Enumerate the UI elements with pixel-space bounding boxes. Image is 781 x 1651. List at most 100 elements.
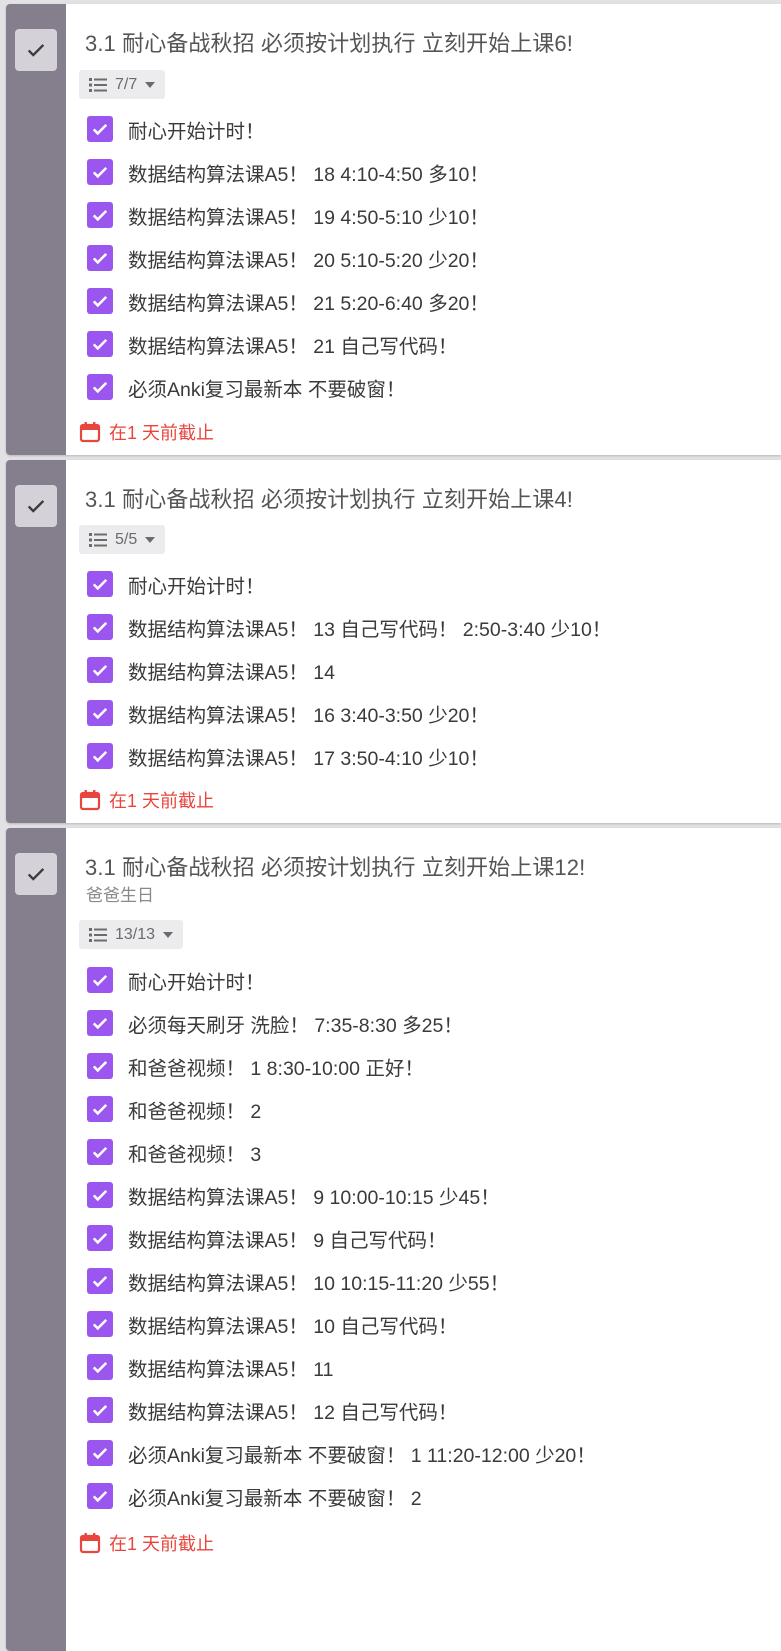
checklist-item-checkbox[interactable] [87, 1096, 113, 1122]
checkmark-icon [92, 621, 108, 634]
due-date-badge[interactable]: 在1 天前截止 [79, 419, 214, 445]
checkmark-icon [92, 750, 108, 763]
checklist-item[interactable]: 数据结构算法课A5！ 21 自己写代码！ [87, 329, 457, 359]
checkmark-icon [92, 252, 108, 265]
checklist-item[interactable]: 数据结构算法课A5！ 16 3:40-3:50 少20！ [87, 698, 489, 728]
checklist-toggle[interactable]: 7/7 [79, 70, 166, 99]
checkmark-icon [27, 44, 45, 57]
checklist-item[interactable]: 数据结构算法课A5！ 13 自己写代码！ 2:50-3:40 少10！ [87, 612, 611, 642]
task-notes: 爸爸生日 [86, 886, 154, 905]
checklist-item-checkbox[interactable] [87, 1053, 113, 1079]
checklist-item-text: 数据结构算法课A5！ 16 3:40-3:50 少20！ [128, 704, 489, 727]
task-card[interactable]: 3.1 耐心备战秋招 必须按计划执行 立刻开始上课12! 爸爸生日 13/13 … [6, 828, 781, 1651]
checklist-item[interactable]: 耐心开始计时！ [87, 569, 265, 599]
due-date-text: 在1 天前截止 [109, 1534, 215, 1554]
checklist-item-checkbox[interactable] [87, 1268, 113, 1294]
checklist-item[interactable]: 数据结构算法课A5！ 19 4:50-5:10 少10！ [87, 200, 489, 230]
checklist-item-checkbox[interactable] [87, 571, 113, 597]
checklist-item-text: 必须Anki复习最新本 不要破窗！ [128, 378, 406, 401]
checklist-item-checkbox[interactable] [87, 159, 113, 185]
checklist-item-checkbox[interactable] [87, 1139, 113, 1165]
checklist-item-checkbox[interactable] [87, 288, 113, 314]
checklist-item[interactable]: 数据结构算法课A5！ 20 5:10-5:20 少20！ [87, 243, 489, 273]
task-card[interactable]: 3.1 耐心备战秋招 必须按计划执行 立刻开始上课6! 7/7 耐心开始计时！ … [6, 4, 781, 455]
task-title[interactable]: 3.1 耐心备战秋招 必须按计划执行 立刻开始上课12! [85, 850, 585, 882]
task-title[interactable]: 3.1 耐心备战秋招 必须按计划执行 立刻开始上课6! [85, 26, 573, 58]
checklist-item[interactable]: 和爸爸视频！ 1 8:30-10:00 正好！ [87, 1051, 424, 1081]
checkmark-icon [92, 1318, 108, 1331]
task-card-body: 3.1 耐心备战秋招 必须按计划执行 立刻开始上课6! 7/7 耐心开始计时！ … [66, 4, 781, 455]
checklist-item-text: 耐心开始计时！ [128, 575, 265, 598]
checklist-item[interactable]: 和爸爸视频！ 2 [87, 1094, 261, 1124]
checklist-item-checkbox[interactable] [87, 202, 113, 228]
checklist-item[interactable]: 数据结构算法课A5！ 10 10:15-11:20 少55！ [87, 1266, 509, 1296]
due-date-text: 在1 天前截止 [109, 423, 215, 443]
checkmark-icon [92, 1447, 108, 1460]
checklist-item-checkbox[interactable] [87, 1311, 113, 1337]
checklist-item-text: 数据结构算法课A5！ 10 10:15-11:20 少55！ [128, 1272, 510, 1295]
task-complete-checkbox[interactable] [15, 485, 57, 527]
checklist-item-text: 数据结构算法课A5！ 13 自己写代码！ 2:50-3:40 少10！ [128, 618, 612, 641]
checkmark-icon [27, 500, 45, 513]
checklist-item[interactable]: 数据结构算法课A5！ 10 自己写代码！ [87, 1309, 457, 1339]
checklist-item-checkbox[interactable] [87, 967, 113, 993]
checklist-item-checkbox[interactable] [87, 374, 113, 400]
calendar-icon [79, 422, 101, 443]
checklist-item-checkbox[interactable] [87, 1010, 113, 1036]
checklist-item[interactable]: 数据结构算法课A5！ 9 10:00-10:15 少45！ [87, 1180, 500, 1210]
chevron-down-icon [145, 81, 156, 88]
checkmark-icon [92, 1404, 108, 1417]
checklist-item[interactable]: 必须Anki复习最新本 不要破窗！ 2 [87, 1481, 422, 1511]
checklist-item[interactable]: 数据结构算法课A5！ 12 自己写代码！ [87, 1395, 457, 1425]
checklist-toggle[interactable]: 13/13 [79, 920, 184, 949]
checklist-item-checkbox[interactable] [87, 1483, 113, 1509]
checklist-toggle[interactable]: 5/5 [79, 525, 166, 554]
checklist-item[interactable]: 数据结构算法课A5！ 11 [87, 1352, 334, 1382]
task-complete-checkbox[interactable] [15, 853, 57, 895]
checklist-item[interactable]: 必须Anki复习最新本 不要破窗！ [87, 372, 405, 402]
checklist-item-checkbox[interactable] [87, 657, 113, 683]
checklist-item[interactable]: 耐心开始计时！ [87, 965, 265, 995]
checklist-item-checkbox[interactable] [87, 1440, 113, 1466]
checklist-item[interactable]: 数据结构算法课A5！ 21 5:20-6:40 多20！ [87, 286, 489, 316]
checkmark-icon [92, 209, 108, 222]
checklist-item[interactable]: 必须每天刷牙 洗脸！ 7:35-8:30 多25！ [87, 1008, 463, 1038]
checkmark-icon [92, 664, 108, 677]
checklist-item[interactable]: 数据结构算法课A5！ 18 4:10-4:50 多10！ [87, 157, 489, 187]
checklist-item[interactable]: 数据结构算法课A5！ 17 3:50-4:10 少10！ [87, 741, 489, 771]
checklist-item-checkbox[interactable] [87, 331, 113, 357]
checkmark-icon [92, 295, 108, 308]
due-date-badge[interactable]: 在1 天前截止 [79, 787, 214, 813]
checklist-item[interactable]: 数据结构算法课A5！ 14 [87, 655, 335, 685]
checklist-item[interactable]: 数据结构算法课A5！ 9 自己写代码！ [87, 1223, 447, 1253]
checklist-item[interactable]: 耐心开始计时！ [87, 114, 265, 144]
task-card-body: 3.1 耐心备战秋招 必须按计划执行 立刻开始上课12! 爸爸生日 13/13 … [66, 828, 781, 1651]
task-complete-checkbox[interactable] [15, 29, 57, 71]
checklist-item-checkbox[interactable] [87, 116, 113, 142]
checkmark-icon [92, 1275, 108, 1288]
checklist-count: 13/13 [115, 925, 156, 943]
checklist-item-text: 数据结构算法课A5！ 14 [128, 661, 335, 684]
checklist-item-checkbox[interactable] [87, 700, 113, 726]
checklist-item-checkbox[interactable] [87, 245, 113, 271]
checklist-item[interactable]: 和爸爸视频！ 3 [87, 1137, 261, 1167]
checkmark-icon [92, 338, 108, 351]
checklist-item-checkbox[interactable] [87, 743, 113, 769]
checklist-item-text: 和爸爸视频！ 3 [128, 1143, 262, 1166]
checkmark-icon [92, 1060, 108, 1073]
calendar-icon [79, 1533, 101, 1554]
list-icon [89, 927, 107, 942]
checklist-item-text: 耐心开始计时！ [128, 971, 265, 994]
due-date-text: 在1 天前截止 [109, 791, 215, 811]
checklist-item-checkbox[interactable] [87, 1354, 113, 1380]
due-date-badge[interactable]: 在1 天前截止 [79, 1530, 214, 1556]
task-card[interactable]: 3.1 耐心备战秋招 必须按计划执行 立刻开始上课4! 5/5 耐心开始计时！ … [6, 460, 781, 823]
checklist-item[interactable]: 必须Anki复习最新本 不要破窗！ 1 11:20-12:00 少20！ [87, 1438, 596, 1468]
checkmark-icon [92, 1232, 108, 1245]
checklist-item-checkbox[interactable] [87, 1225, 113, 1251]
checklist-item-checkbox[interactable] [87, 1182, 113, 1208]
task-card-sidebar [6, 828, 66, 1651]
checklist-item-checkbox[interactable] [87, 1397, 113, 1423]
task-title[interactable]: 3.1 耐心备战秋招 必须按计划执行 立刻开始上课4! [85, 482, 573, 514]
checklist-item-checkbox[interactable] [87, 614, 113, 640]
